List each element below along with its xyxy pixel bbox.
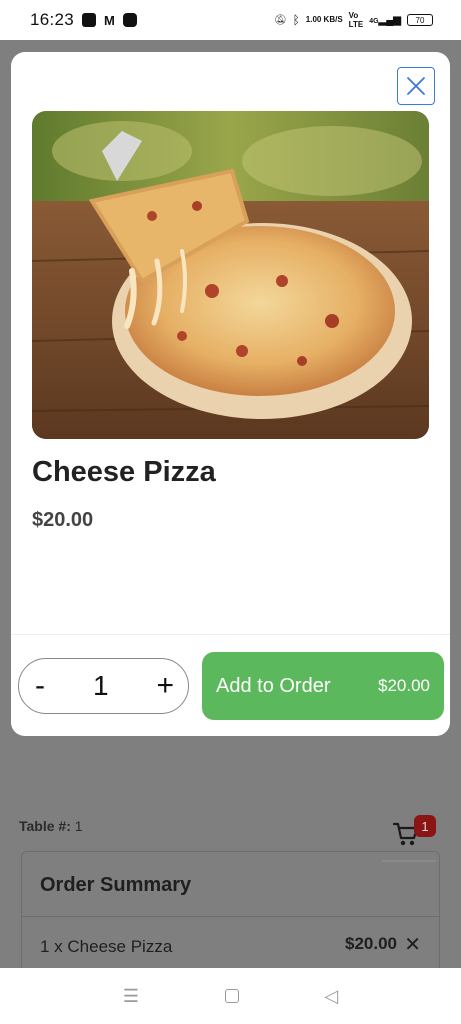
network-speed: 1.00 KB/S (305, 15, 343, 24)
app-icon (122, 13, 137, 27)
system-nav-bar: ☰ ◁ (0, 968, 461, 1024)
mute-icon: 🔕︎ (273, 14, 287, 26)
volte-icon: Vo LTE (348, 11, 364, 29)
status-bar: 16:23 M 🔕︎ ᛒ 1.00 KB/S Vo LTE 4G▂▄▆ 70 (0, 0, 461, 40)
table-number: 1 (74, 818, 83, 834)
add-to-order-price: $20.00 (378, 676, 430, 695)
close-button[interactable] (397, 67, 435, 105)
close-icon (407, 77, 425, 95)
pizza-illustration (32, 111, 429, 439)
battery-icon: 70 (407, 14, 433, 26)
signal-icon: 4G▂▄▆ (369, 14, 401, 26)
increment-button[interactable]: + (156, 671, 174, 701)
table-label-text: Table #: (19, 818, 71, 834)
modal-footer: - 1 + Add to Order $20.00 (11, 634, 450, 736)
quantity-stepper: - 1 + (18, 658, 189, 714)
remove-item-icon[interactable]: ✕ (404, 932, 421, 957)
table-number-label: Table #: 1 (19, 818, 83, 834)
add-to-order-button[interactable]: Add to Order $20.00 (202, 652, 444, 720)
bluetooth-icon: ᛒ (292, 13, 300, 27)
item-detail-modal: Cheese Pizza $20.00 - 1 + Add to Order $… (11, 52, 450, 736)
gmail-icon: M (104, 12, 115, 28)
order-summary-title: Order Summary (40, 874, 192, 896)
item-name: Cheese Pizza (32, 456, 216, 488)
back-nav-icon[interactable]: ◁ (324, 986, 338, 1007)
notification-icon (82, 13, 97, 27)
add-to-order-label: Add to Order (216, 674, 331, 697)
status-right: 🔕︎ ᛒ 1.00 KB/S Vo LTE 4G▂▄▆ 70 (274, 11, 433, 29)
order-item-description: 1 x Cheese Pizza (40, 937, 173, 956)
cart-count-badge: 1 (414, 815, 436, 837)
decrement-button[interactable]: - (35, 671, 45, 701)
status-time: 16:23 (30, 10, 75, 29)
quantity-value: 1 (92, 670, 109, 701)
network-type: 4G (369, 17, 379, 25)
pizza-image (32, 111, 429, 439)
order-item-price: $20.00 (345, 934, 397, 953)
item-price: $20.00 (32, 509, 94, 531)
menu-nav-icon[interactable]: ☰ (123, 986, 139, 1007)
home-nav-icon[interactable] (224, 989, 239, 1003)
battery-level: 70 (415, 15, 425, 25)
summary-divider (22, 916, 439, 917)
status-left: 16:23 M (30, 10, 137, 30)
